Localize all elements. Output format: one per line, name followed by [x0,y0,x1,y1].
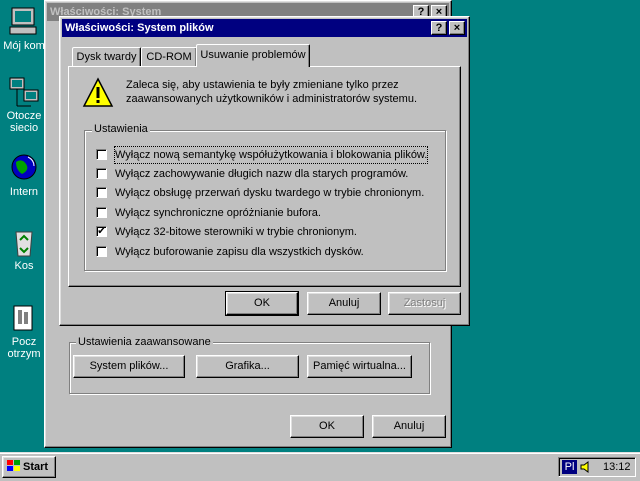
button-label: OK [319,420,335,432]
tab-troubleshooting[interactable]: Usuwanie problemów [196,44,310,67]
button-label: Anuluj [393,420,425,432]
windows-logo-icon [7,459,21,471]
desktop-icon-my-computer[interactable]: Mój kom [0,6,48,52]
desktop-icon-recycle-bin[interactable]: Kos [0,226,48,272]
checkbox[interactable] [96,149,107,160]
checkbox[interactable] [96,246,107,257]
option-label: Wyłącz nową semantykę współużytkowania i… [113,146,429,164]
desktop-icon-label: Mój kom [3,40,45,52]
help-button[interactable]: ? [431,21,447,35]
checkbox[interactable] [96,187,107,198]
start-button[interactable]: Start [2,456,56,478]
button-label: System plików... [89,360,169,372]
system-tray: Pl 13:12 [558,457,636,477]
recycle-bin-icon [8,226,40,258]
group-caption: Ustawienia zaawansowane [76,336,213,348]
option-label: Wyłącz obsługę przerwań dysku twardego w… [115,187,425,199]
warning-text-line-2: zaawansowanych użytkowników i administra… [126,93,418,105]
ok-button[interactable]: OK [225,291,299,316]
start-label: Start [23,461,49,473]
button-label: Zastosuj [403,297,446,309]
tab-cd-rom[interactable]: CD-ROM [141,47,197,67]
desktop-icon-label: Kos [14,260,34,272]
internet-icon [8,152,40,184]
button-label: Grafika... [225,360,270,372]
desktop-icon-label: Pocz [11,336,37,348]
desktop-icon-internet[interactable]: Intern [0,152,48,198]
desktop-icon-network[interactable]: Otocze siecio [0,76,48,134]
desktop-icon-label-2: otrzym [7,348,41,360]
checkbox[interactable] [96,168,107,179]
speaker-icon[interactable] [579,460,593,474]
option-label: Wyłącz buforowanie zapisu dla wszystkich… [115,246,364,258]
close-button[interactable]: × [449,21,465,35]
tab-label: Usuwanie problemów [200,49,306,61]
ok-button[interactable]: OK [290,415,364,438]
option-label: Wyłącz 32-bitowe sterowniki w trybie chr… [115,226,357,238]
tab-label: Dysk twardy [76,51,137,63]
file-system-properties-dialog: Właściwości: System plików ? × Dysk twar… [59,16,470,326]
desktop-icon-label-2: siecio [9,122,39,134]
clock[interactable]: 13:12 [603,461,631,473]
apply-button[interactable]: Zastosuj [388,292,461,315]
button-label: Anuluj [328,297,360,309]
graphics-button[interactable]: Grafika... [196,355,299,378]
checkbox[interactable]: ✔ [96,226,107,237]
dialog-titlebar[interactable]: Właściwości: System plików ? × [62,19,467,37]
file-system-button[interactable]: System plików... [73,355,185,378]
button-label: Pamięć wirtualna... [313,360,406,372]
cancel-button[interactable]: Anuluj [307,292,381,315]
group-caption: Ustawienia [92,123,150,135]
option-label: Wyłącz zachowywanie długich nazw dla sta… [115,168,409,180]
desktop-icon-label: Otocze [6,110,42,122]
checkbox[interactable] [96,207,107,218]
warning-text-line-1: Zaleca się, aby ustawienia te były zmien… [126,79,399,91]
warning-icon [82,77,114,109]
option-label: Wyłącz synchroniczne opróżnianie bufora. [115,207,321,219]
virtual-memory-button[interactable]: Pamięć wirtualna... [307,355,412,378]
dialog-title: Właściwości: System plików [65,22,214,34]
tab-label: CD-ROM [146,51,192,63]
desktop-icon-inbox[interactable]: Pocz otrzym [0,302,48,360]
language-indicator[interactable]: Pl [562,460,577,474]
button-label: OK [254,297,270,309]
network-icon [8,76,40,108]
taskbar: Start Pl 13:12 [0,452,640,481]
desktop-icon-label: Intern [9,186,39,198]
tab-hard-disk[interactable]: Dysk twardy [72,47,141,67]
inbox-icon [8,302,40,334]
cancel-button[interactable]: Anuluj [372,415,446,438]
my-computer-icon [8,6,40,38]
